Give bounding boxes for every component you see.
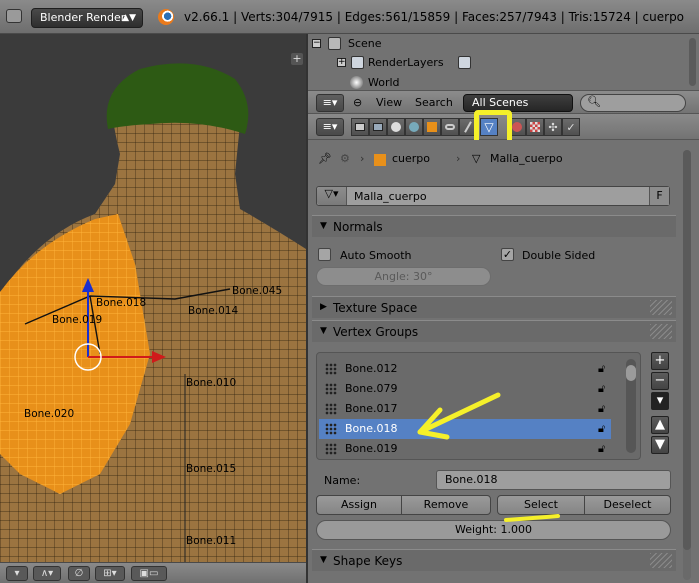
annotation-overlay bbox=[417, 392, 560, 522]
annotation-underline bbox=[504, 514, 560, 522]
annotation-arrow bbox=[417, 392, 501, 435]
